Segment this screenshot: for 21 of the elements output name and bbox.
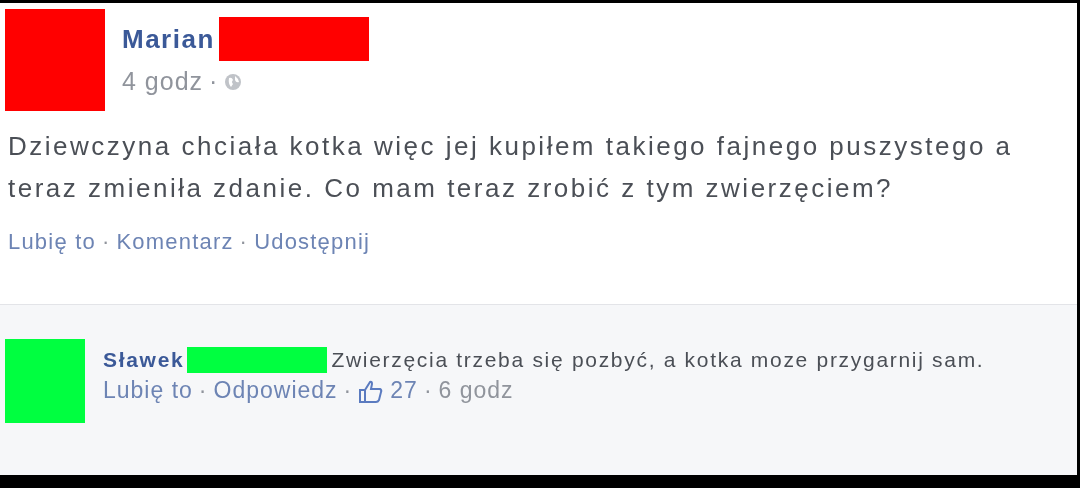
action-link[interactable]: Odpowiedz [213,377,338,404]
separator: · [239,229,249,255]
post-time: 4 godz [122,67,204,96]
action-link[interactable]: Lubię to [8,229,96,255]
post-text: Dziewczyna chciała kotka więc jej kupiłem takiego fajnego puszystego a teraz zmieniła zdanie. Co mam teraz zrobić z tym zwierzęciem? [8,130,1014,205]
commenter-name[interactable]: Sławek [103,348,185,371]
separator: · [198,377,208,404]
like-count: 27 [390,377,418,404]
separator: · [101,229,111,255]
separator: · [423,377,433,404]
separator: · [343,377,353,404]
comment-time: 6 godz [438,377,514,404]
action-link[interactable]: Komentarz [116,229,234,255]
action-link[interactable]: Lubię to [103,377,193,404]
separator: · [209,67,219,96]
action-link[interactable]: Udostępnij [254,229,371,255]
author-name[interactable]: Marian [122,23,215,55]
comment-text: Zwierzęcia trzeba się pozbyć, a kotka moze przygarnij sam. [331,348,985,371]
avatar[interactable] [5,339,85,423]
globe-icon [224,72,243,91]
avatar[interactable] [5,9,105,111]
